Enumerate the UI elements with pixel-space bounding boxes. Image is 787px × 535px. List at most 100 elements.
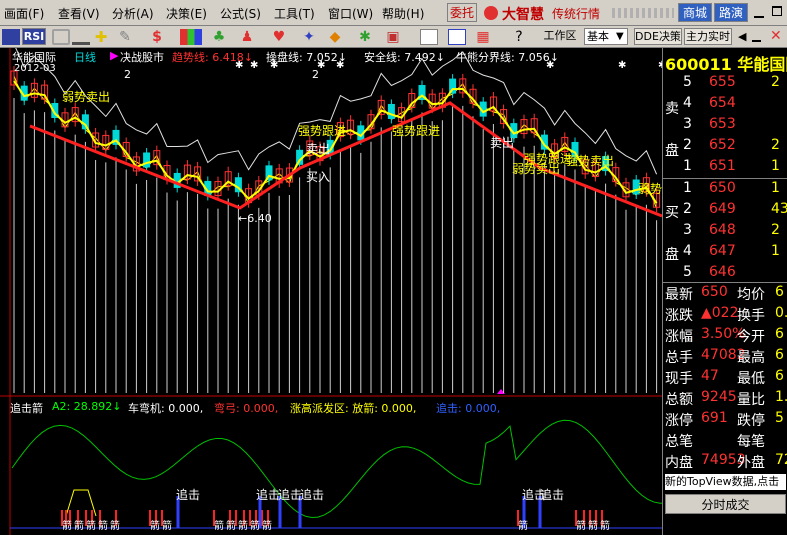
- bell-icon[interactable]: ✱: [356, 29, 374, 45]
- caopan-line-legend: 操盘线: 7.052↓: [266, 51, 347, 64]
- quote-stat-row: 现手 47 最低 6: [663, 368, 787, 389]
- help-cursor-icon[interactable]: ?: [510, 29, 528, 45]
- trend-line-legend: 趋势线: 6.418↓: [172, 51, 253, 64]
- level-number: 5: [683, 74, 692, 90]
- diamond-icon[interactable]: ◆: [326, 29, 344, 45]
- binoculars-icon[interactable]: ♣: [210, 29, 228, 45]
- minimize-icon[interactable]: [754, 8, 764, 18]
- level-volume: 2: [771, 74, 780, 90]
- stat-value: 9245: [701, 389, 737, 405]
- date-label: 2012-03: [14, 63, 56, 74]
- order-level-row[interactable]: 1 650 1: [663, 180, 787, 199]
- pin-icon[interactable]: ✦: [300, 29, 318, 45]
- order-level-row[interactable]: 5 655 2: [663, 74, 787, 93]
- dollar-icon[interactable]: $: [148, 29, 166, 45]
- ruler-icon[interactable]: ✎: [116, 29, 134, 45]
- palette-icon[interactable]: [180, 29, 202, 45]
- marker-2-b: 2: [312, 68, 319, 81]
- level-number: 4: [683, 95, 692, 111]
- restore-icon[interactable]: [772, 6, 782, 16]
- sub-jian-label: 箭: [588, 521, 598, 532]
- order-level-row[interactable]: 4 647 1: [663, 243, 787, 262]
- people-icon[interactable]: ♟: [238, 29, 256, 45]
- window-icon[interactable]: [448, 29, 466, 45]
- stat-value: 47: [701, 368, 719, 384]
- doc-icon[interactable]: ▣: [384, 29, 402, 45]
- sub-a2-legend: A2: 28.892↓: [52, 400, 122, 413]
- chevron-down-icon[interactable]: ▼: [616, 31, 624, 42]
- level-number: 2: [683, 201, 692, 217]
- star-icon: ✱: [618, 60, 626, 71]
- order-level-row[interactable]: 2 652 2: [663, 137, 787, 156]
- kline-chart[interactable]: ✱✱✱✱✱✱✱✱ 华能国际 日线 ▶ 决战股市 趋势线: 6.418↓ 操盘线:…: [0, 48, 686, 535]
- workspace-label: 工作区: [543, 29, 577, 42]
- menu-view[interactable]: 画面(F): [4, 5, 44, 22]
- level-price: 648: [709, 222, 736, 238]
- order-level-row[interactable]: 1 651 1: [663, 158, 787, 177]
- grid-icon[interactable]: ▦: [474, 29, 492, 45]
- stat-value-2: 5: [775, 410, 784, 426]
- fenshi-chengjiao-tab[interactable]: 分时成交: [665, 494, 786, 514]
- sell-side-label-1: 卖: [665, 101, 679, 117]
- indicator-arrow-icon: ▶: [110, 49, 119, 62]
- sub-zhuiji-label-6: 追击: [540, 488, 565, 502]
- minimize-sub-icon[interactable]: [752, 34, 761, 42]
- dde-button[interactable]: DDE决策: [634, 28, 682, 45]
- annotation-maichu-2: 卖出: [490, 136, 515, 150]
- stat-value-2: 6: [775, 368, 784, 384]
- stat-label: 涨停: [665, 413, 693, 429]
- a2-line: [11, 419, 662, 519]
- bars-icon[interactable]: [52, 29, 70, 45]
- sub-jian-label: 箭: [262, 521, 272, 532]
- menu-tools[interactable]: 工具(T): [274, 5, 315, 22]
- anquan-line-legend: 安全线: 7.492↓: [364, 51, 445, 64]
- blank-icon[interactable]: [420, 29, 438, 45]
- sub-zhuiji-label-1: 追击: [176, 488, 201, 502]
- sub-jian-label: 箭: [86, 521, 96, 532]
- stat-label: 现手: [665, 371, 693, 387]
- annotation-qiangshi-maichu: 强势卖出: [566, 154, 615, 168]
- buy-side-label-1: 买: [665, 205, 679, 221]
- topview-notice[interactable]: 新的TopView数据,点击: [665, 474, 786, 490]
- crosshair-icon[interactable]: ✚: [92, 29, 110, 45]
- sub-zhuiji-legend: 追击: 0.000,: [436, 402, 501, 415]
- mall-button[interactable]: 商城: [678, 3, 712, 22]
- annotation-qiangshi-genjin-2: 强势跟进: [392, 124, 441, 138]
- stat-value-2: 6: [775, 347, 784, 363]
- menu-look[interactable]: 查看(V): [58, 5, 100, 22]
- order-level-row[interactable]: 5 646: [663, 264, 787, 283]
- stat-label: 总手: [665, 350, 693, 366]
- zhuli-button[interactable]: 主力实时: [684, 28, 732, 45]
- toolbar: RSI ✚ ✎ $ ♣ ♟ ♥ ✦ ◆ ✱ ▣ ▦ ? 工作区 基本 ▼ DDE…: [0, 26, 787, 48]
- menu-decision[interactable]: 决策(E): [166, 5, 207, 22]
- level-number: 4: [683, 243, 692, 259]
- weituo-button[interactable]: 委托: [447, 3, 477, 22]
- stat-label-2: 量比: [737, 392, 765, 408]
- kline-icon[interactable]: [2, 29, 20, 45]
- order-level-row[interactable]: 3 648 2: [663, 222, 787, 241]
- luying-button[interactable]: 路演: [714, 3, 748, 22]
- rsi-button[interactable]: RSI: [22, 28, 46, 45]
- niuxiong-line-legend: 牛熊分界线: 7.056↓: [456, 51, 559, 64]
- menu-analysis[interactable]: 分析(A): [112, 5, 154, 22]
- sub-chewanji-legend: 车弯机: 0.000,: [128, 402, 204, 415]
- stat-label-2: 最低: [737, 371, 765, 387]
- level-price: 653: [709, 116, 736, 132]
- line-icon[interactable]: [72, 29, 90, 45]
- sub-jian-label: 箭: [74, 521, 84, 532]
- quote-stat-row: 涨停 691 跌停 5: [663, 410, 787, 431]
- scroll-left-icon[interactable]: ◀: [738, 30, 746, 43]
- order-level-row[interactable]: 4 654: [663, 95, 787, 114]
- level-number: 3: [683, 222, 692, 238]
- level-volume: 2: [771, 137, 780, 153]
- heart-icon[interactable]: ♥: [270, 29, 288, 45]
- order-level-row[interactable]: 3 653: [663, 116, 787, 135]
- brand-logo-icon: [484, 6, 498, 20]
- order-level-row[interactable]: 2 649 43: [663, 201, 787, 220]
- menu-formula[interactable]: 公式(S): [220, 5, 261, 22]
- menu-help[interactable]: 帮助(H): [382, 5, 424, 22]
- close-sub-icon[interactable]: ✕: [770, 28, 782, 44]
- stat-label-2: 跌停: [737, 413, 765, 429]
- marker-2-a: 2: [124, 68, 131, 81]
- menu-window[interactable]: 窗口(W): [328, 5, 373, 22]
